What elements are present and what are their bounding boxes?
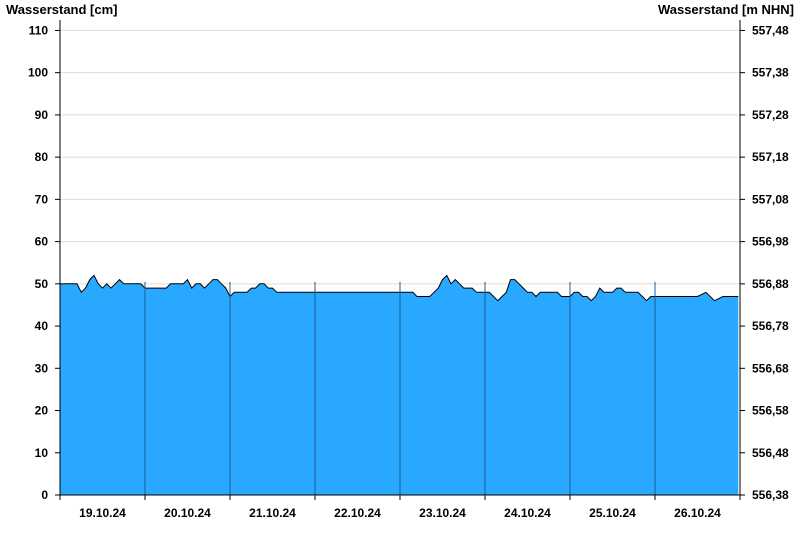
y-tick-label-left-6: 60 <box>35 235 49 249</box>
y-tick-label-right-6: 556,98 <box>752 235 789 249</box>
x-tick-label-6: 25.10.24 <box>589 506 636 520</box>
y-tick-label-right-7: 557,08 <box>752 192 789 206</box>
x-tick-label-2: 21.10.24 <box>249 506 296 520</box>
water-level-area <box>60 275 739 495</box>
x-tick-label-7: 26.10.24 <box>674 506 721 520</box>
y-tick-label-left-3: 30 <box>35 361 49 375</box>
y-tick-label-right-2: 556,58 <box>752 404 789 418</box>
y-tick-label-left-8: 80 <box>35 150 49 164</box>
y-tick-label-right-11: 557,48 <box>752 23 789 37</box>
y-tick-label-left-5: 50 <box>35 277 49 291</box>
water-level-chart: 0 556,38 10 556,48 20 556,58 30 556,68 40 556,78 5… <box>28 20 789 520</box>
y-tick-label-left-4: 40 <box>35 319 49 333</box>
y-tick-label-left-10: 100 <box>28 66 48 80</box>
y-tick-label-right-3: 556,68 <box>752 361 789 375</box>
y-tick-label-left-2: 20 <box>35 404 49 418</box>
y-tick-label-left-1: 10 <box>35 446 49 460</box>
y-tick-label-left-9: 90 <box>35 108 49 122</box>
x-tick-label-3: 22.10.24 <box>334 506 381 520</box>
y-tick-label-left-0: 0 <box>41 488 48 502</box>
y-tick-label-left-11: 110 <box>29 23 49 37</box>
y-tick-label-right-10: 557,38 <box>752 66 789 80</box>
y-tick-label-right-1: 556,48 <box>752 446 789 460</box>
y-tick-label-right-0: 556,38 <box>752 488 789 502</box>
x-tick-label-4: 23.10.24 <box>419 506 466 520</box>
y-tick-label-right-4: 556,78 <box>752 319 789 333</box>
x-tick-label-0: 19.10.24 <box>79 506 126 520</box>
x-tick-label-1: 20.10.24 <box>164 506 211 520</box>
y-tick-label-left-7: 70 <box>35 192 49 206</box>
y-tick-label-right-5: 556,88 <box>752 277 789 291</box>
y-tick-label-right-9: 557,28 <box>752 108 789 122</box>
y-tick-label-right-8: 557,18 <box>752 150 789 164</box>
x-tick-label-5: 24.10.24 <box>504 506 551 520</box>
